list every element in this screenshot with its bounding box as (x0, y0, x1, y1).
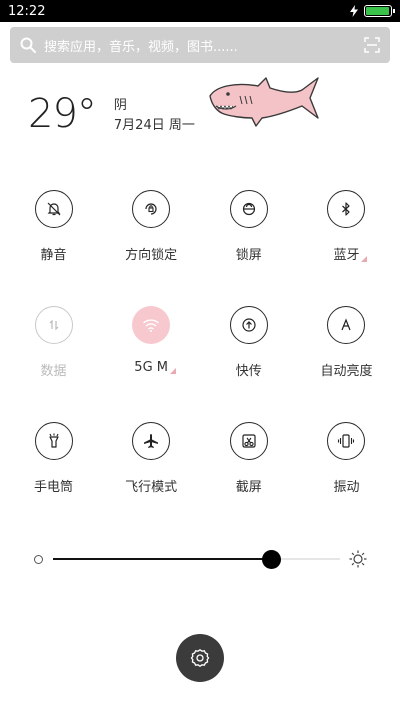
toggle-wlan-label: 5G M (134, 360, 176, 375)
toggle-airplane-mode-button[interactable] (132, 422, 171, 460)
charging-icon (350, 5, 358, 17)
toggle-row: 静音 方向锁定 锁屏 蓝牙 (0, 190, 400, 306)
search-icon (20, 37, 36, 53)
shark-illustration (209, 77, 319, 127)
gear-icon (190, 649, 210, 667)
toggle-bluetooth-label: 蓝牙 (333, 244, 368, 263)
toggle-quick-share-label: 快传 (235, 364, 262, 379)
brightness-fill (53, 558, 272, 560)
toggle-mobile-data[interactable]: 数据 (5, 306, 102, 422)
toggle-mute-label: 静音 (40, 248, 67, 263)
brightness-slider[interactable] (34, 548, 368, 570)
toggle-airplane-mode-label: 飞行模式 (125, 480, 178, 495)
quick-share-icon (242, 318, 256, 332)
scissors-icon (242, 434, 256, 448)
brightness-knob[interactable] (262, 550, 282, 569)
toggle-auto-brightness[interactable]: 自动亮度 (298, 306, 395, 422)
toggle-quick-share-button[interactable] (229, 306, 268, 344)
more-indicator (361, 256, 368, 262)
toggle-mute-button[interactable] (34, 190, 73, 228)
toggle-wlan[interactable]: 5G M (103, 306, 200, 422)
toggle-rotation-lock[interactable]: 方向锁定 (103, 190, 200, 306)
status-icons (350, 5, 395, 17)
toggle-mute[interactable]: 静音 (5, 190, 102, 306)
battery-fill (366, 7, 389, 15)
toggle-auto-brightness-label: 自动亮度 (320, 364, 373, 379)
toggle-bluetooth[interactable]: 蓝牙 (298, 190, 395, 306)
rotation-lock-icon (145, 203, 157, 215)
toggle-flashlight-label: 手电筒 (33, 480, 73, 495)
status-time: 12:22 (8, 3, 46, 19)
toggle-bluetooth-button[interactable] (327, 190, 366, 228)
toggle-vibrate-label: 振动 (333, 480, 360, 495)
auto-brightness-icon (341, 318, 352, 331)
toggle-lock-screen[interactable]: 锁屏 (200, 190, 297, 306)
toggle-lock-screen-label: 锁屏 (235, 248, 262, 263)
brightness-high-icon (349, 550, 367, 568)
status-bar: 12:22 (0, 0, 400, 22)
toggle-screenshot-label: 截屏 (235, 480, 262, 495)
lock-icon (242, 202, 255, 216)
more-indicator (170, 368, 176, 374)
wifi-icon (143, 319, 160, 332)
toggle-flashlight[interactable]: 手电筒 (5, 422, 102, 538)
battery-icon (364, 5, 395, 17)
toggle-screenshot[interactable]: 截屏 (200, 422, 297, 538)
toggle-screenshot-button[interactable] (229, 422, 268, 460)
airplane-icon (144, 434, 159, 448)
toggle-lock-screen-button[interactable] (229, 190, 268, 228)
vibrate-icon (338, 434, 355, 448)
toggle-auto-brightness-button[interactable] (327, 306, 366, 344)
search-bar[interactable]: 搜索应用，音乐，视频，图书...... (10, 27, 390, 63)
toggle-rotation-lock-label: 方向锁定 (125, 248, 178, 263)
toggle-mobile-data-label: 数据 (40, 364, 67, 379)
quick-settings-grid: 静音 方向锁定 锁屏 蓝牙 数据 5G M 快传 自动亮度 手电筒 飞行模式 截… (0, 190, 400, 538)
weather-widget[interactable]: 29° 阴 7月24日 周一 (28, 92, 195, 136)
flashlight-icon (48, 433, 59, 448)
bell-off-icon (47, 202, 60, 216)
toggle-quick-share[interactable]: 快传 (200, 306, 297, 422)
toggle-airplane-mode[interactable]: 飞行模式 (103, 422, 200, 538)
brightness-track[interactable] (53, 550, 340, 569)
bluetooth-icon (342, 202, 351, 216)
toggle-flashlight-button[interactable] (34, 422, 73, 460)
settings-button[interactable] (176, 634, 224, 682)
weather-condition: 阴 (113, 98, 127, 113)
data-arrows-icon (49, 319, 58, 331)
toggle-wlan-button[interactable] (132, 306, 171, 344)
toggle-row: 手电筒 飞行模式 截屏 振动 (0, 422, 400, 538)
search-placeholder: 搜索应用，音乐，视频，图书...... (44, 39, 238, 55)
toggle-vibrate[interactable]: 振动 (298, 422, 395, 538)
toggle-rotation-lock-button[interactable] (132, 190, 171, 228)
temperature: 29° (28, 91, 97, 137)
scan-icon[interactable] (364, 37, 380, 53)
weather-date: 7月24日 周一 (113, 118, 195, 133)
toggle-mobile-data-button[interactable] (34, 306, 73, 344)
weather-info: 阴 7月24日 周一 (114, 96, 195, 136)
brightness-low-icon (34, 555, 43, 564)
toggle-vibrate-button[interactable] (327, 422, 366, 460)
toggle-row: 数据 5G M 快传 自动亮度 (0, 306, 400, 422)
